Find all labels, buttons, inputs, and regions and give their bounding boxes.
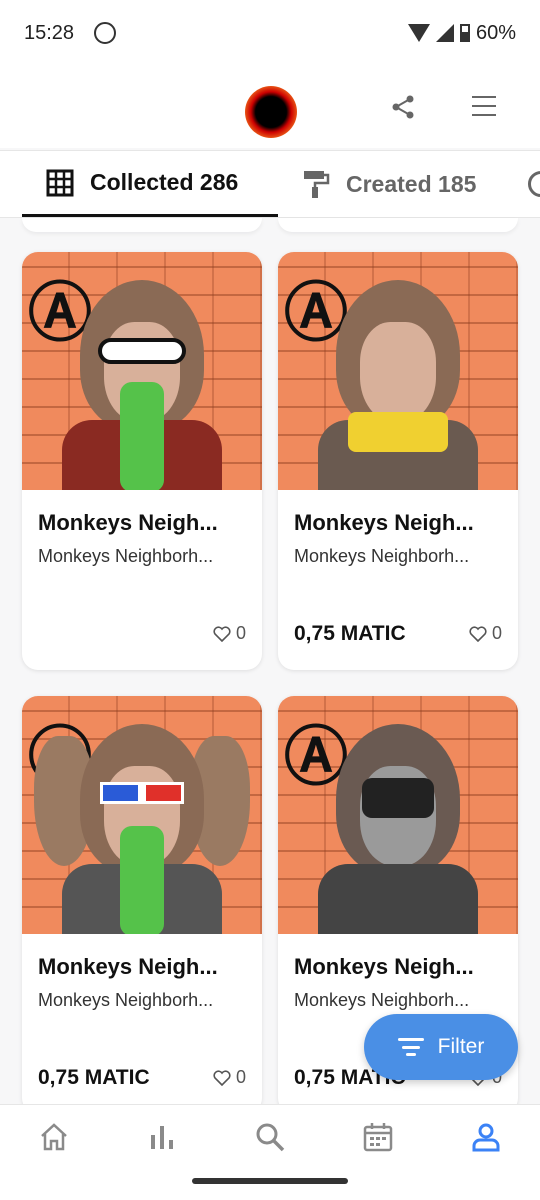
nft-image: Ⓐ [22,696,262,934]
status-bar: 15:28 60% [0,0,540,66]
card-price: 0,75 MATIC [38,1066,150,1089]
card-peek [22,218,262,232]
card-likes[interactable]: 0 [213,1067,246,1088]
heart-icon [213,1069,231,1086]
card-likes[interactable]: 0 [213,623,246,644]
status-time: 15:28 [24,21,75,44]
nft-card[interactable]: Ⓐ Monkeys Neigh... Monkeys Neighborh... … [278,252,518,670]
nft-card[interactable]: Ⓐ Monkeys Neigh... Monkeys Neighborh... … [22,696,262,1114]
search-icon[interactable] [254,1121,286,1153]
card-collection: Monkeys Neighborh... [294,990,470,1010]
card-title: Monkeys Neigh... [38,954,218,979]
grid-icon [46,169,74,196]
profile-tabs: Collected 286 Created 185 [0,150,540,218]
nft-card[interactable]: Ⓐ Monkeys Neigh... Monkeys Neighborh... … [22,252,262,670]
filter-icon [397,1038,424,1056]
paint-roller-icon [304,171,330,198]
calendar-icon[interactable] [362,1121,394,1153]
wifi-icon [407,24,430,42]
gesture-bar [192,1178,348,1184]
signal-icon [435,24,454,42]
tab-collected-label: Collected 286 [90,169,239,195]
tab-collected[interactable]: Collected 286 [22,151,278,217]
card-peek [278,218,518,232]
card-collection: Monkeys Neighborh... [38,546,214,566]
tab-created[interactable]: Created 185 [302,151,476,217]
filter-button[interactable]: Filter [364,1014,518,1080]
bottom-navigation [0,1104,540,1200]
share-icon[interactable] [390,94,416,120]
battery-percent: 60% [475,21,516,44]
heart-icon [213,625,231,642]
card-price: 0,75 MATIC [294,622,406,645]
card-collection: Monkeys Neighborh... [38,990,214,1010]
battery-icon [459,24,470,42]
likes-count: 0 [235,1067,246,1087]
nft-image: Ⓐ [278,696,518,934]
status-indicators: 60% [407,21,516,45]
nft-image: Ⓐ [278,252,518,490]
home-icon[interactable] [38,1121,70,1153]
menu-icon[interactable] [472,96,496,116]
heart-icon [469,625,487,642]
tab-created-label: Created 185 [346,170,477,197]
profile-icon[interactable] [470,1121,502,1153]
nft-image: Ⓐ [22,252,262,490]
likes-count: 0 [491,623,502,643]
filter-label: Filter [437,1035,485,1058]
avatar[interactable] [245,86,297,138]
card-title: Monkeys Neigh... [294,510,474,535]
card-title: Monkeys Neigh... [294,954,474,979]
card-likes[interactable]: 0 [469,623,502,644]
whatsapp-icon [94,22,117,44]
top-app-bar [0,66,540,148]
stats-icon[interactable] [146,1121,178,1153]
tab-overflow-icon[interactable] [528,171,540,197]
card-title: Monkeys Neigh... [38,510,218,535]
card-collection: Monkeys Neighborh... [294,546,470,566]
likes-count: 0 [235,623,246,643]
